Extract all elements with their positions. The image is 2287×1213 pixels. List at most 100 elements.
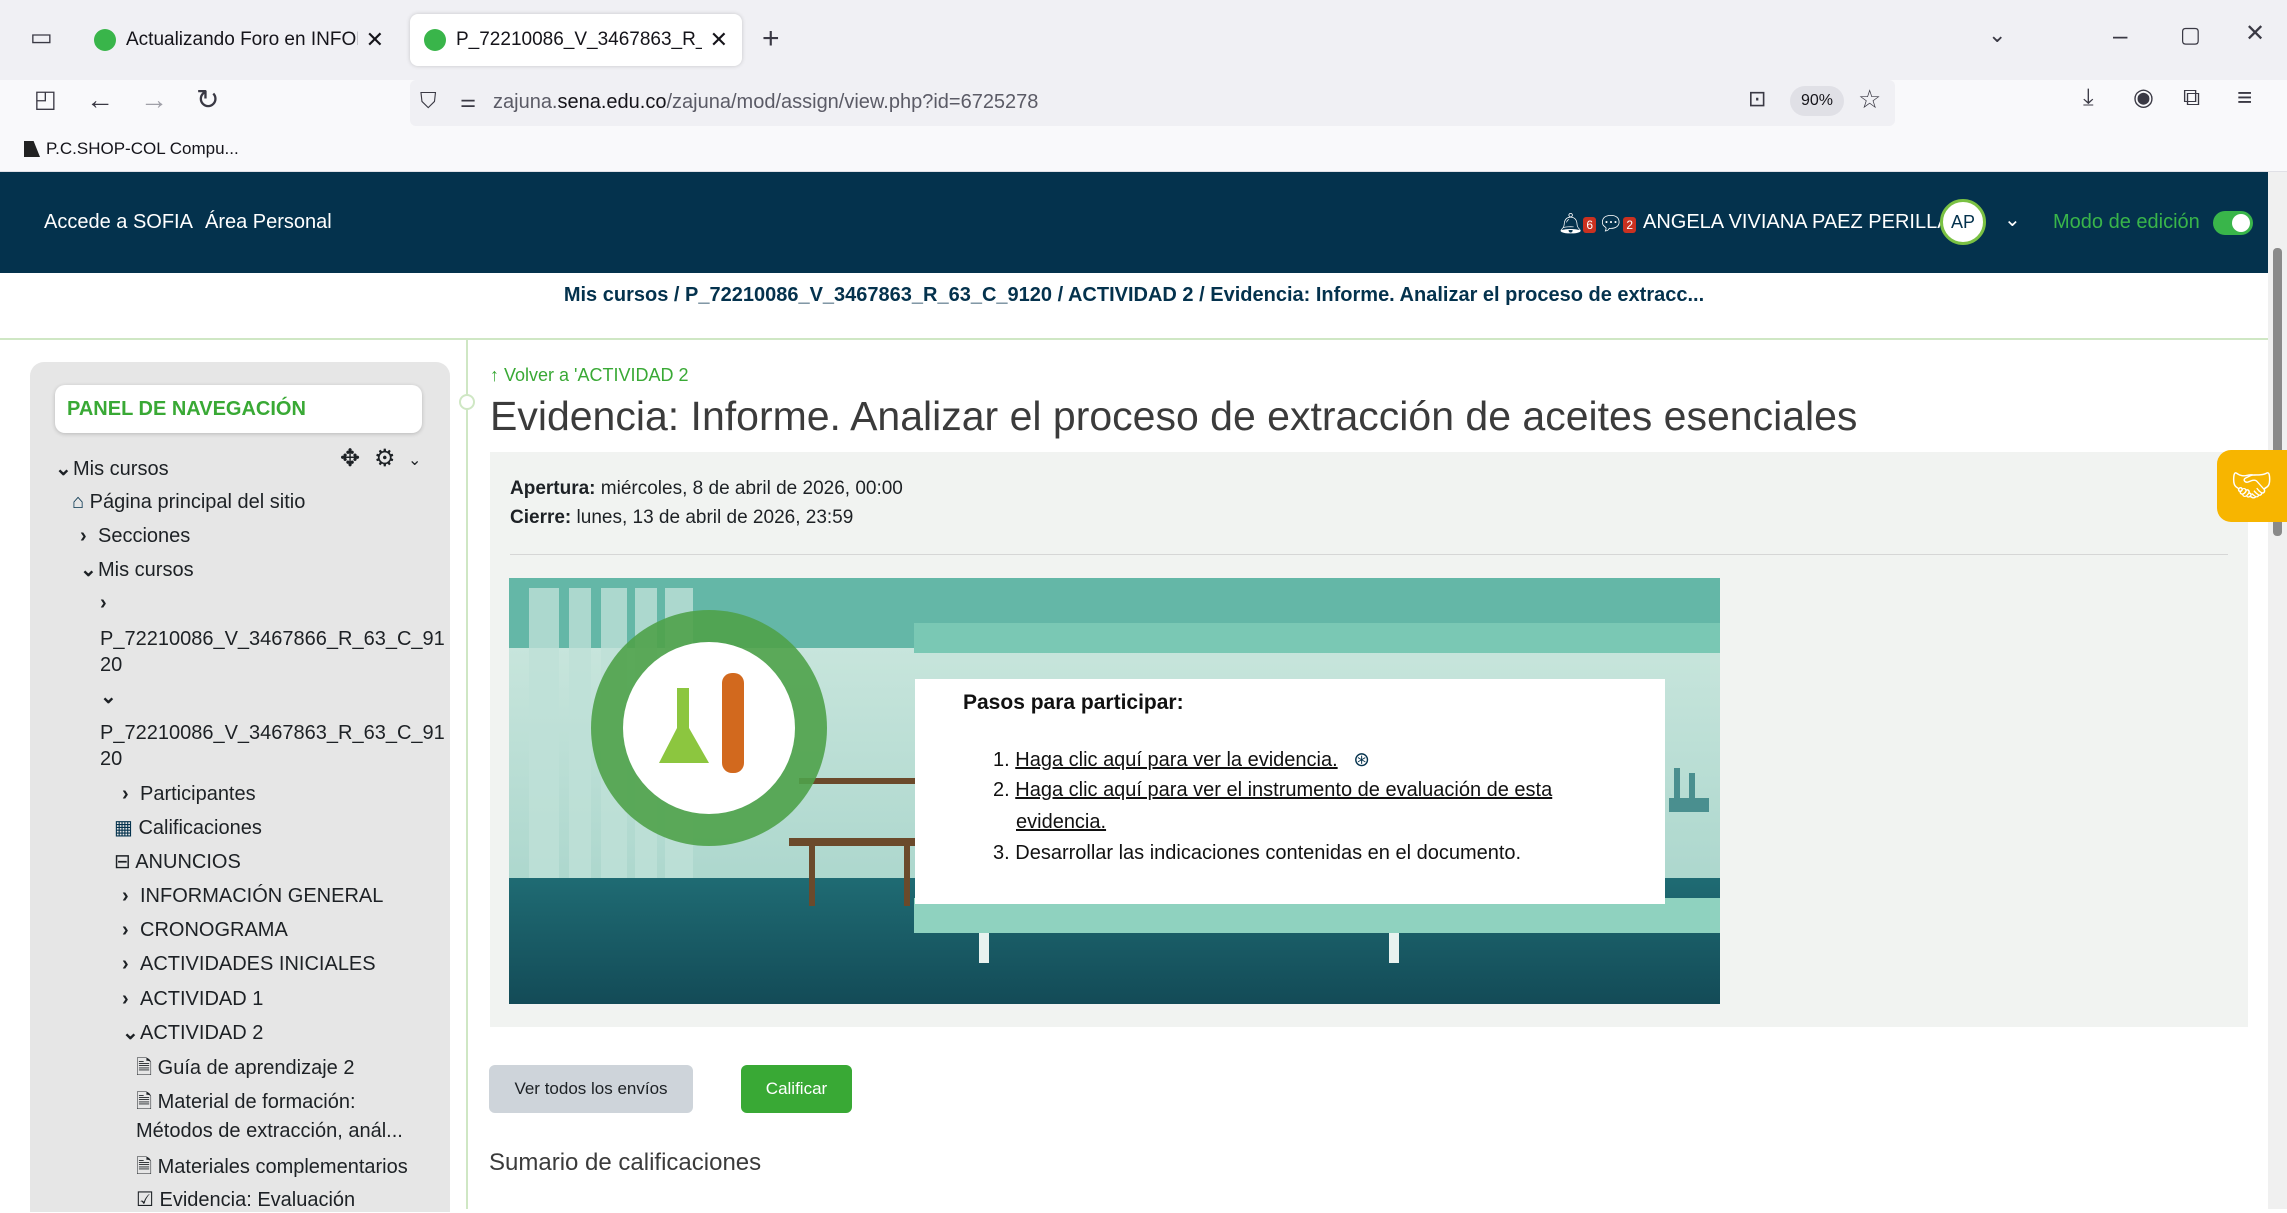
file-icon: 🗎︎ [136,1091,158,1113]
nav-label: Evidencia: Evaluación [159,1189,356,1211]
tab-groups-icon[interactable]: ◰ [34,88,57,112]
nav-item-mis-cursos-2[interactable]: ⌄Mis cursos [80,557,194,583]
view-all-submissions-button[interactable]: Ver todos los envíos [489,1065,693,1113]
nav-item-evidencia-evaluacion[interactable]: ☑ Evidencia: Evaluación [136,1187,355,1213]
restore-icon[interactable]: ▢ [2180,24,2201,46]
back-link[interactable]: ↑ Volver a 'ACTIVIDAD 2 [490,365,689,386]
reload-icon[interactable]: ↻ [196,86,219,114]
bookmark-pcshop[interactable]: P.C.SHOP-COL Compu... [24,139,239,159]
nav-item-anuncios[interactable]: ⊟ ANUNCIOS [114,849,241,875]
nav-item-mis-cursos[interactable]: ⌄Mis cursos [55,456,169,482]
timeline-dot [459,394,475,410]
rubric-link-cont[interactable]: evidencia. [1016,811,1106,833]
menu-icon[interactable]: ≡ [2237,84,2252,110]
nav-item-guia-aprendizaje[interactable]: 🗎︎ Guía de aprendizaje 2 [136,1055,354,1081]
link-area-personal[interactable]: Área Personal [205,211,332,234]
edit-mode-toggle[interactable] [2213,211,2253,235]
nav-item-informacion-general[interactable]: › INFORMACIÓN GENERAL [122,883,383,909]
divider [0,338,2268,340]
panel-chevron-down-icon[interactable]: ⌄ [408,448,421,474]
notifications-button[interactable]: 🔔︎ 6 [1558,211,1597,236]
minimize-icon[interactable]: – [2113,22,2127,48]
avatar[interactable]: AP [1940,199,1986,245]
nav-item-course-3467863-suffix[interactable]: 20 [100,746,122,772]
nav-label: CRONOGRAMA [140,919,288,941]
back-arrow-icon[interactable]: ← [86,86,114,114]
chevron-down-icon: ⌄ [80,559,97,581]
sena-favicon-icon [94,29,116,51]
nav-item-participantes[interactable]: › Participantes [122,781,256,807]
reader-view-icon[interactable]: ⊡ [1748,88,1766,110]
nav-label: Página principal del sitio [89,491,306,513]
steps-title: Pasos para participar: [963,691,1184,714]
nav-item-actividades-iniciales[interactable]: › ACTIVIDADES INICIALES [122,951,376,977]
nav-item-course-3467866[interactable]: P_72210086_V_3467866_R_63_C_91 [100,626,445,652]
close-tab-icon[interactable]: ✕ [710,27,728,53]
grade-button[interactable]: Calificar [741,1065,852,1113]
assignment-icon: ☑ [136,1189,160,1211]
bell-icon: 🔔︎ [1558,213,1584,235]
close-tab-icon[interactable]: ✕ [366,27,384,53]
bookmark-star-icon[interactable]: ☆ [1858,86,1881,112]
messages-button[interactable]: 💬︎ 2 [1598,211,1637,236]
breadcrumb-actividad-2[interactable]: ACTIVIDAD 2 [1068,284,1194,306]
nav-item-course-3467866-suffix[interactable]: 20 [100,652,122,678]
breadcrumb-mis-cursos[interactable]: Mis cursos [564,284,668,306]
url-text[interactable]: zajuna.sena.edu.co/zajuna/mod/assign/vie… [493,91,1038,114]
shield-icon[interactable]: ⛉ [420,90,437,112]
chevron-down-icon[interactable]: ⌄ [100,684,117,710]
edit-mode-label: Modo de edición [2053,211,2200,233]
account-icon[interactable]: ◉ [2133,86,2154,110]
tab-assignment[interactable]: P_72210086_V_3467863_R_63_C ✕ [410,14,742,66]
nav-item-course-3467863[interactable]: P_72210086_V_3467863_R_63_C_91 [100,720,445,746]
bookmarks-bar [0,130,2287,172]
url-domain: sena.edu.co [557,91,667,113]
download-icon[interactable]: ⤓ [2083,86,2094,110]
chevron-right-icon: › [80,525,87,547]
step-1: 1. Haga clic aquí para ver la evidencia.… [993,747,1370,772]
nav-item-actividad-1[interactable]: › ACTIVIDAD 1 [122,986,263,1012]
extensions-icon[interactable]: ⧉ [2183,86,2200,110]
step-number: 2. [993,779,1010,801]
chevron-right-icon[interactable]: › [100,590,107,616]
nav-label: Calificaciones [138,817,262,839]
closing-date: Cierre: lunes, 13 de abril de 2026, 23:5… [510,507,853,529]
link-sofia[interactable]: Accede a SOFIA [44,211,193,234]
user-menu-chevron-icon[interactable]: ⌄ [2004,207,2021,232]
nav-item-secciones[interactable]: › Secciones [80,523,190,549]
file-icon: 🗎︎ [136,1057,158,1079]
tab-foro[interactable]: Actualizando Foro en INFORMA ✕ [80,14,398,66]
nav-item-pagina-principal[interactable]: ⌂ Página principal del sitio [72,489,305,515]
bookmark-label: P.C.SHOP-COL Compu... [46,139,239,158]
opening-date: Apertura: miércoles, 8 de abril de 2026,… [510,478,903,500]
divider [510,554,2228,555]
nav-item-calificaciones[interactable]: ▦ Calificaciones [114,815,262,841]
tab-list-icon[interactable]: ▭ [30,26,53,50]
site-permissions-icon[interactable]: ⚌ [460,92,476,110]
rubric-link[interactable]: Haga clic aquí para ver el instrumento d… [1015,779,1552,801]
nav-item-cronograma[interactable]: › CRONOGRAMA [122,917,288,943]
user-name[interactable]: ANGELA VIVIANA PAEZ PERILLA [1643,211,1951,234]
handshake-icon[interactable]: 🤝︎ [2217,450,2287,522]
breadcrumb: Mis cursos / P_72210086_V_3467863_R_63_C… [0,284,2268,307]
nav-item-actividad-2[interactable]: ⌄ACTIVIDAD 2 [122,1020,263,1046]
forward-arrow-icon[interactable]: → [140,86,168,114]
nav-item-materiales-complementarios[interactable]: 🗎︎ Materiales complementarios [136,1154,408,1180]
tab-title: P_72210086_V_3467863_R_63_C [456,29,702,50]
download-circle-icon[interactable]: ⊛ [1353,749,1370,771]
breadcrumb-course[interactable]: P_72210086_V_3467863_R_63_C_9120 [685,284,1052,306]
messages-badge: 2 [1623,216,1637,233]
chevron-down-icon: ⌄ [55,458,72,480]
new-tab-button[interactable]: + [762,24,780,54]
nav-label: Material de formación: [157,1091,356,1113]
nav-item-material-formacion-cont[interactable]: Métodos de extracción, anál... [136,1118,403,1144]
evidence-link[interactable]: Haga clic aquí para ver la evidencia. [1015,749,1337,771]
panel-move-icon[interactable]: ✥ [340,446,360,472]
chevron-down-icon[interactable]: ⌄ [1988,24,2006,46]
zoom-level[interactable]: 90% [1790,86,1844,116]
close-window-icon[interactable]: ✕ [2245,22,2265,46]
nav-label: Secciones [98,525,191,547]
chevron-down-icon: ⌄ [122,1022,139,1044]
panel-gear-icon[interactable]: ⚙ [374,446,396,472]
nav-item-material-formacion[interactable]: 🗎︎ Material de formación: [136,1089,356,1115]
